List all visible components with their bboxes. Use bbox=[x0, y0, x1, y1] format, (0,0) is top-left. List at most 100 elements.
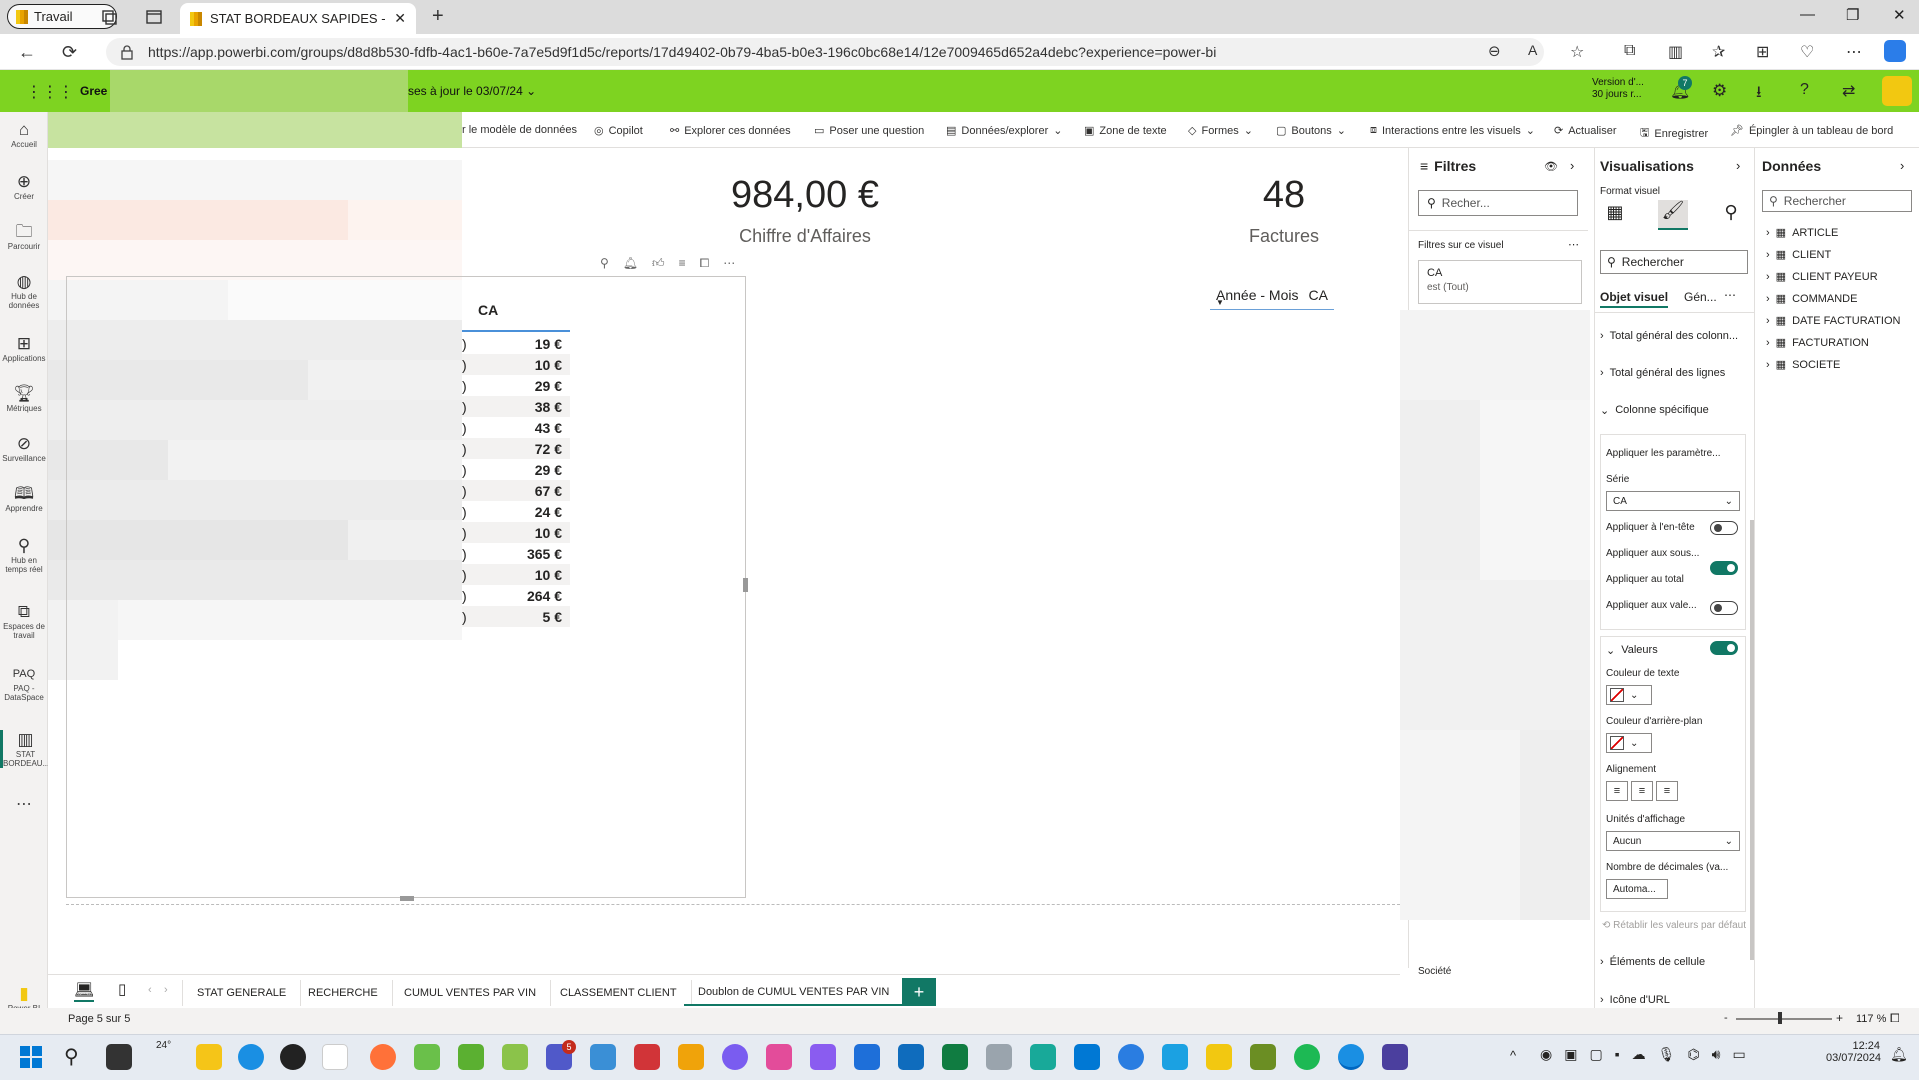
data-explore-button[interactable]: ▤ Données/explorer ⌄ bbox=[946, 124, 1062, 138]
app-screen-icon[interactable] bbox=[1162, 1044, 1188, 1070]
sort-arrow-icon[interactable]: ▼ bbox=[1216, 298, 1224, 307]
read-aloud-icon[interactable]: A bbox=[1528, 42, 1537, 58]
resize-handle[interactable] bbox=[743, 578, 748, 592]
app-grey-icon[interactable] bbox=[986, 1044, 1012, 1070]
nav-apps[interactable]: ⊞ Applications bbox=[0, 334, 48, 363]
viz-search-input[interactable]: ⚲ Rechercher bbox=[1600, 250, 1748, 274]
table-row[interactable]: ) 72 € bbox=[462, 438, 570, 459]
filter-icon[interactable]: ≡ bbox=[679, 256, 686, 271]
nav-metrics[interactable]: 🏆︎ Métriques bbox=[0, 384, 48, 413]
data-table-item[interactable]: › ▦ DATE FACTURATION bbox=[1766, 314, 1900, 328]
visual-interactions-button[interactable]: ⧈ Interactions entre les visuels ⌄ bbox=[1370, 124, 1535, 137]
url-field[interactable]: https://app.powerbi.com/groups/d8d8b530-… bbox=[106, 38, 1544, 66]
nav-browse[interactable]: 🗀︎ Parcourir bbox=[0, 222, 48, 251]
tray-app4-icon[interactable]: ▪ bbox=[1615, 1046, 1620, 1063]
align-left-icon[interactable]: ≡ bbox=[1606, 781, 1628, 801]
nav-learn[interactable]: 🕮︎ Apprendre bbox=[0, 484, 48, 513]
section-total-rows[interactable]: › Total général des lignes bbox=[1600, 367, 1725, 379]
text-color-picker[interactable]: ⌄ bbox=[1606, 685, 1652, 705]
download-icon[interactable]: ⭳ bbox=[1756, 81, 1762, 108]
windows-start-icon[interactable] bbox=[20, 1046, 42, 1068]
toggle-apply-header[interactable] bbox=[1710, 521, 1738, 535]
workspace-name[interactable]: Gree bbox=[80, 84, 107, 98]
nav-more-icon[interactable]: ⋯ bbox=[0, 797, 48, 813]
edge-icon[interactable] bbox=[238, 1044, 264, 1070]
page-tab-recherche[interactable]: RECHERCHE bbox=[294, 980, 393, 1006]
favorites-icon[interactable]: ✰ bbox=[1712, 42, 1725, 62]
page-tab-stat-generale[interactable]: STAT GENERALE bbox=[182, 980, 302, 1006]
maps-icon[interactable] bbox=[1118, 1044, 1144, 1070]
reset-defaults-button[interactable]: ⟲ Rétablir les valeurs par défaut bbox=[1602, 920, 1752, 931]
like-icon[interactable]: 👍︎ bbox=[652, 256, 665, 271]
year-month-slicer[interactable]: Année - Mois CA bbox=[1210, 280, 1334, 310]
table-row[interactable]: ) 5 € bbox=[462, 606, 570, 627]
desktop-layout-icon[interactable]: 💻︎ bbox=[74, 980, 95, 1002]
tray-app1-icon[interactable]: ◉ bbox=[1540, 1046, 1552, 1063]
settings-gear-icon[interactable]: ⚙ bbox=[1712, 81, 1727, 101]
nav-stat-bordeaux[interactable]: ▥ STAT BORDEAU... bbox=[0, 730, 49, 768]
focus-mode-icon[interactable]: ⧠ bbox=[700, 256, 710, 271]
toggle-apply-total[interactable] bbox=[1710, 601, 1738, 615]
zoom-out-button[interactable]: - bbox=[1724, 1012, 1728, 1024]
explore-data-button[interactable]: ⚯ Explorer ces données bbox=[670, 124, 791, 138]
task-view-icon[interactable] bbox=[106, 1044, 132, 1070]
outlook-icon[interactable] bbox=[898, 1044, 924, 1070]
display-units-dropdown[interactable]: Aucun ⌄ bbox=[1606, 831, 1740, 851]
shapes-button[interactable]: ◇ Formes ⌄ bbox=[1188, 124, 1253, 138]
split-screen-icon[interactable]: ▥ bbox=[1668, 42, 1683, 62]
tray-app2-icon[interactable]: ▣ bbox=[1564, 1046, 1577, 1063]
data-table-item[interactable]: › ▦ FACTURATION bbox=[1766, 336, 1869, 350]
weather-temp[interactable]: 24° bbox=[156, 1040, 171, 1051]
app-green-icon[interactable] bbox=[458, 1044, 484, 1070]
table-row[interactable]: ) 10 € bbox=[462, 522, 570, 543]
share-icon[interactable]: ⇄ bbox=[1842, 81, 1855, 101]
section-total-columns[interactable]: › Total général des colonn... bbox=[1600, 330, 1738, 342]
prev-page-icon[interactable]: ‹ bbox=[148, 984, 152, 996]
copilot-button[interactable]: ◎ Copilot bbox=[594, 124, 643, 138]
volume-icon[interactable]: 🔊︎ bbox=[1712, 1046, 1721, 1063]
collapse-data-icon[interactable]: › bbox=[1900, 158, 1904, 173]
viz-more-icon[interactable]: ⋯ bbox=[1724, 288, 1736, 302]
app-pink-icon[interactable] bbox=[766, 1044, 792, 1070]
resize-handle[interactable] bbox=[400, 896, 414, 901]
browser-essentials-icon[interactable]: ♡ bbox=[1800, 42, 1814, 62]
zoom-out-icon[interactable]: ⊖ bbox=[1488, 42, 1501, 60]
table-row[interactable]: ) 19 € bbox=[462, 333, 570, 354]
data-search-input[interactable]: ⚲ Rechercher bbox=[1762, 190, 1912, 212]
file-explorer-icon[interactable] bbox=[196, 1044, 222, 1070]
table-row[interactable]: ) 38 € bbox=[462, 396, 570, 417]
table-row[interactable]: ) 29 € bbox=[462, 459, 570, 480]
onedrive-icon[interactable]: ☁ bbox=[1632, 1046, 1646, 1063]
data-table-item[interactable]: › ▦ CLIENT bbox=[1766, 248, 1831, 262]
table-row[interactable]: ) 264 € bbox=[462, 585, 570, 606]
minimize-icon[interactable]: — bbox=[1800, 6, 1815, 23]
notification-center-icon[interactable]: 🔔︎ bbox=[1890, 1046, 1908, 1063]
data-table-item[interactable]: › ▦ COMMANDE bbox=[1766, 292, 1857, 306]
app-w-icon[interactable] bbox=[502, 1044, 528, 1070]
battery-icon[interactable]: ▭ bbox=[1733, 1046, 1746, 1063]
table-row[interactable]: ) 43 € bbox=[462, 417, 570, 438]
refresh-icon[interactable]: ⟳ bbox=[62, 42, 77, 63]
table-row[interactable]: ) 29 € bbox=[462, 375, 570, 396]
table-row[interactable]: ) 10 € bbox=[462, 564, 570, 585]
app-a-icon[interactable] bbox=[322, 1044, 348, 1070]
filter-card-ca[interactable]: CA est (Tout) bbox=[1418, 260, 1582, 304]
ask-question-button[interactable]: ▭ Poser une question bbox=[814, 124, 924, 138]
eye-icon[interactable]: 👁︎ bbox=[1544, 160, 1558, 173]
tray-chevron-icon[interactable]: ^ bbox=[1510, 1048, 1516, 1063]
firefox-icon[interactable] bbox=[370, 1044, 396, 1070]
active-browser-tab[interactable]: STAT BORDEAUX SAPIDES - Pow ✕ bbox=[180, 3, 416, 34]
page-tab-doublon[interactable]: Doublon de CUMUL VENTES PAR VIN bbox=[684, 980, 905, 1006]
app-x-icon[interactable] bbox=[634, 1044, 660, 1070]
bell-visual-icon[interactable]: 🔔︎ bbox=[623, 256, 638, 271]
excel-icon[interactable] bbox=[942, 1044, 968, 1070]
favorite-star-icon[interactable]: ☆ bbox=[1570, 42, 1584, 62]
tab-general[interactable]: Gén... bbox=[1684, 290, 1717, 304]
nav-monitor[interactable]: ⊘ Surveillance bbox=[0, 434, 48, 463]
grammarly-icon[interactable] bbox=[414, 1044, 440, 1070]
table-row[interactable]: ) 67 € bbox=[462, 480, 570, 501]
nav-realtime-hub[interactable]: ⚲ Hub en temps réel bbox=[0, 536, 48, 574]
zoom-in-button[interactable]: + bbox=[1836, 1011, 1843, 1025]
format-paintbrush-icon[interactable]: 🖌︎ bbox=[1658, 200, 1688, 230]
network-icon[interactable]: ⌬ bbox=[1687, 1046, 1699, 1063]
